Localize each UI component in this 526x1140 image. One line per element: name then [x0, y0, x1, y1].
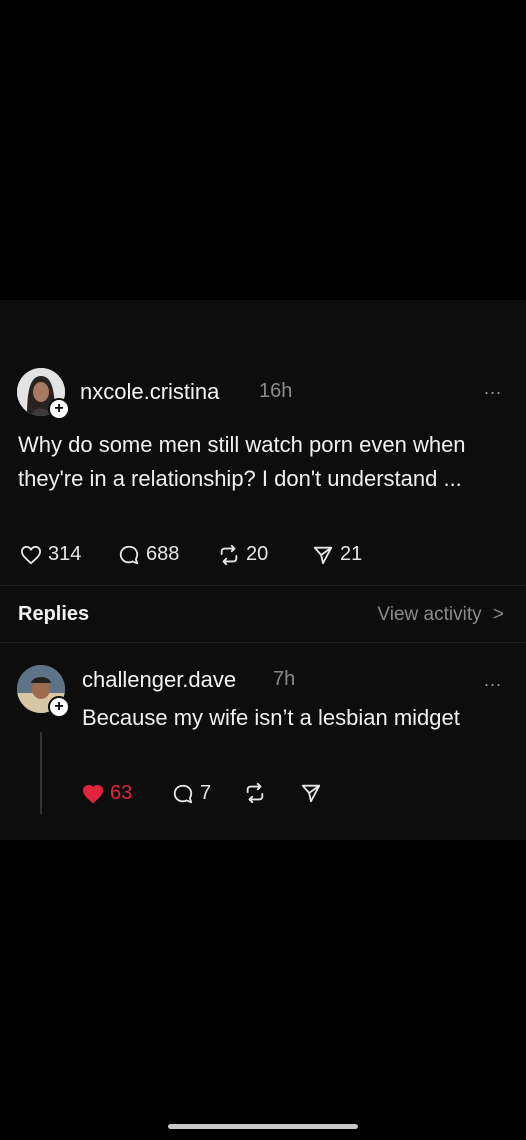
- share-count: 21: [340, 543, 363, 565]
- follow-plus-icon[interactable]: +: [48, 696, 70, 718]
- divider: [0, 585, 526, 586]
- share-icon: [313, 546, 333, 564]
- repost-button[interactable]: 20: [218, 543, 268, 566]
- like-button[interactable]: 314: [20, 543, 81, 566]
- like-count: 314: [48, 543, 82, 565]
- chevron-right-icon: >: [492, 604, 504, 625]
- post-body: Why do some men still watch porn even wh…: [18, 432, 466, 491]
- view-activity-label: View activity: [377, 604, 482, 625]
- comment-button[interactable]: 688: [118, 543, 179, 566]
- more-options-icon[interactable]: ...: [484, 670, 502, 691]
- view-activity-link[interactable]: View activity >: [377, 604, 504, 626]
- reply-comment-button[interactable]: 7: [172, 782, 211, 805]
- post-time: 16h: [259, 380, 293, 402]
- reply-comment-count: 7: [200, 782, 212, 804]
- more-options-icon[interactable]: ...: [484, 378, 502, 399]
- repost-icon: [220, 544, 238, 565]
- repost-icon: [246, 782, 264, 804]
- reply-username[interactable]: challenger.dave: [82, 667, 236, 693]
- heart-icon: [82, 784, 104, 803]
- home-indicator[interactable]: [168, 1124, 358, 1129]
- thread-line: [40, 732, 42, 814]
- comment-bubble-icon: [119, 545, 139, 564]
- replies-label: Replies: [18, 603, 90, 625]
- reply-like-count: 63: [110, 782, 133, 804]
- reply-body: Because my wife isn’t a lesbian midget: [82, 705, 460, 730]
- share-button[interactable]: 21: [312, 543, 362, 566]
- comment-count: 688: [146, 543, 180, 565]
- reply-time: 7h: [273, 668, 296, 690]
- reply-share-button[interactable]: [300, 782, 322, 804]
- divider: [0, 642, 526, 643]
- post-username[interactable]: nxcole.cristina: [80, 379, 219, 405]
- reply-repost-button[interactable]: [244, 782, 266, 804]
- follow-plus-icon[interactable]: +: [48, 398, 70, 420]
- repost-count: 20: [246, 543, 269, 565]
- share-icon: [301, 784, 321, 803]
- comment-bubble-icon: [173, 784, 193, 803]
- reply-like-button[interactable]: 63: [82, 782, 132, 805]
- heart-icon: [20, 545, 42, 564]
